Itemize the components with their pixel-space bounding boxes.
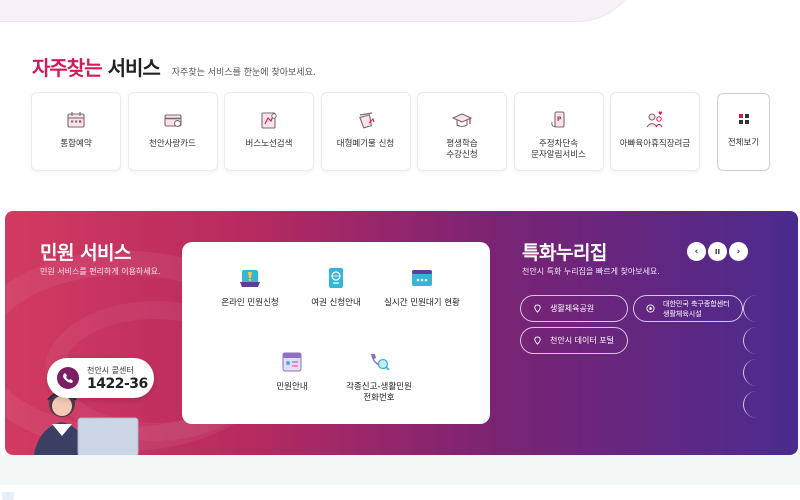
special-site-overflow-item[interactable] — [743, 295, 763, 322]
civil-item-label: 온라인 민원신청 — [221, 298, 279, 308]
frequent-services-header: 자주찾는 서비스 자주찾는 서비스를 한눈에 찾아보세요. — [32, 52, 316, 81]
special-site-overflow-item[interactable] — [743, 327, 763, 354]
service-card-label: 버스노선검색 — [245, 139, 293, 149]
svg-text:P: P — [557, 116, 562, 123]
civil-item-label: 여권 신청안내 — [311, 298, 361, 308]
civil-item-label: 실시간 민원대기 현황 — [384, 298, 460, 308]
petition-guide-icon — [280, 350, 304, 374]
service-card-lifelong-learning[interactable]: 평생학습 수강신청 — [417, 92, 507, 171]
location-pin-icon — [533, 336, 542, 345]
service-card-parking-alert[interactable]: P 주정차단속 문자알림서비스 — [513, 92, 604, 171]
civil-service-panel: 온라인 민원신청 여권 신청안내 실시간 민원대기 현황 민원안내 각종신고-생… — [182, 242, 490, 424]
frequent-services-subtitle: 자주찾는 서비스를 한눈에 찾아보세요. — [171, 68, 316, 78]
service-card-label: 대형폐기물 신청 — [336, 139, 395, 149]
service-card-label: 천안사랑카드 — [149, 139, 196, 149]
location-pin-icon — [533, 304, 542, 313]
special-site-overflow-item[interactable] — [743, 391, 763, 418]
special-sites-title: 특화누리집 — [522, 242, 607, 264]
call-center-number: 1422-36 — [87, 375, 148, 392]
page: 자주찾는 서비스 자주찾는 서비스를 한눈에 찾아보세요. 통합예약 천안사랑카… — [0, 0, 800, 500]
service-card-reservation[interactable]: 통합예약 — [31, 92, 121, 171]
service-card-label: 평생학습 수강신청 — [446, 139, 478, 160]
family-icon: ♥ — [644, 109, 666, 131]
view-all-label: 전체보기 — [727, 138, 760, 148]
phone-icon — [57, 367, 79, 389]
service-card-waste[interactable]: 대형폐기물 신청 — [320, 92, 411, 171]
next-section-edge — [0, 455, 800, 485]
civil-item-label: 민원안내 — [276, 382, 308, 392]
bus-route-icon — [258, 109, 280, 131]
call-center-badge[interactable]: 천안시 콜센터 1422-36 — [47, 358, 154, 398]
grid-icon — [738, 114, 749, 124]
waiting-status-icon — [410, 266, 434, 290]
calendar-icon — [65, 109, 87, 131]
soccer-ball-icon — [646, 304, 655, 313]
civil-item-waiting-status[interactable]: 실시간 민원대기 현황 — [367, 266, 477, 309]
next-section-marker — [2, 492, 14, 500]
carousel-prev-button[interactable]: ‹ — [687, 242, 706, 261]
special-site-overflow-item[interactable] — [743, 359, 763, 386]
phone-search-icon — [367, 350, 391, 374]
graduation-icon — [451, 109, 473, 131]
special-site-data-portal[interactable]: 천안시 데이터 포털 — [520, 327, 628, 354]
view-all-button[interactable]: 전체보기 — [717, 93, 770, 171]
service-card-label: 통합예약 — [60, 139, 92, 149]
frequent-services-title: 자주찾는 서비스 — [32, 56, 161, 80]
special-site-football-center[interactable]: 대한민국 축구종합센터 생활체육시설 — [633, 295, 743, 322]
civil-service-subtitle: 민원 서비스를 편리하게 이용하세요. — [40, 267, 161, 276]
special-sites-subtitle: 천안시 특화 누리집을 빠르게 찾아보세요. — [522, 267, 660, 276]
civil-item-phone-directory[interactable]: 각종신고-생활민원 전화번호 — [324, 350, 434, 404]
svg-text:♥: ♥ — [658, 111, 663, 117]
frequent-services-list: 통합예약 천안사랑카드 버스노선검색 대형폐기물 신청 평생학습 수강신청 P … — [31, 92, 707, 171]
card-icon — [162, 109, 184, 131]
passport-icon — [324, 266, 348, 290]
service-card-bus-route[interactable]: 버스노선검색 — [224, 92, 314, 171]
service-card-paternity-leave[interactable]: ♥ 아빠육아휴직장려금 — [610, 92, 700, 171]
top-banner-edge — [0, 0, 800, 24]
online-petition-icon — [238, 266, 262, 290]
civil-item-label: 각종신고-생활민원 전화번호 — [346, 382, 412, 403]
parking-alert-icon: P — [548, 109, 570, 131]
special-site-sports-park[interactable]: 생활체육공원 — [520, 295, 628, 322]
carousel-next-button[interactable]: › — [729, 242, 748, 261]
service-card-cheonan-card[interactable]: 천안사랑카드 — [127, 92, 218, 171]
service-card-label: 아빠육아휴직장려금 — [619, 139, 691, 149]
civil-service-title: 민원 서비스 — [40, 242, 132, 264]
waste-icon — [355, 109, 377, 131]
call-center-name: 천안시 콜센터 — [87, 365, 134, 375]
carousel-pause-button[interactable]: II — [708, 242, 727, 261]
service-card-label: 주정차단속 문자알림서비스 — [531, 139, 586, 160]
